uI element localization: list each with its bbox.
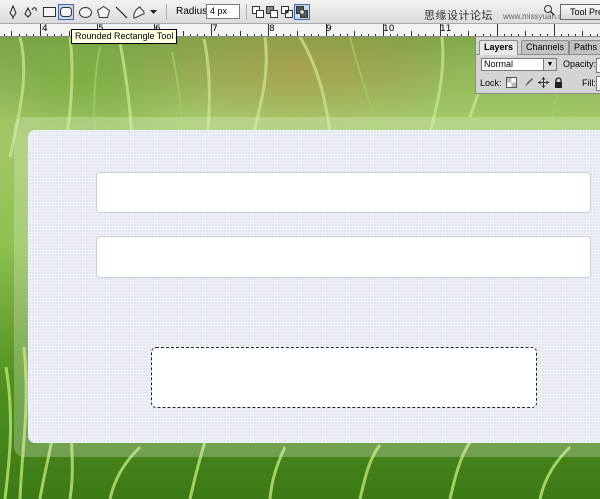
chevron-down-icon: ▼	[543, 59, 556, 70]
subtract-from-path-icon[interactable]	[264, 4, 280, 20]
radius-label: Radius:	[176, 6, 210, 17]
input-field-shape-2	[96, 236, 591, 278]
opacity-input[interactable]	[596, 58, 600, 73]
rounded-rectangle-tool-icon[interactable]	[58, 4, 74, 20]
toolbar-divider	[166, 4, 167, 20]
lock-label: Lock:	[480, 78, 502, 88]
custom-shape-tool-icon[interactable]	[131, 4, 147, 20]
tab-layers[interactable]: Layers	[479, 40, 519, 55]
line-tool-icon[interactable]	[113, 4, 129, 20]
tab-channels[interactable]: Channels	[521, 40, 570, 54]
search-icon[interactable]	[541, 2, 557, 18]
ruler-number: 4	[42, 24, 48, 34]
radius-input[interactable]: 4 px	[206, 4, 240, 19]
watermark-text: 思缘设计论坛	[424, 10, 493, 22]
intersect-path-icon[interactable]	[279, 4, 295, 20]
input-field-shape-1	[96, 172, 591, 213]
blend-mode-value: Normal	[484, 59, 514, 69]
freeform-pen-icon[interactable]	[23, 4, 39, 20]
lock-transparent-icon[interactable]	[506, 77, 517, 88]
palette-tabs: Layers Channels Paths	[476, 40, 600, 55]
options-toolbar: Radius: 4 px 思缘设计论坛 www.missyuan.com Too…	[0, 0, 600, 24]
toolbar-divider	[246, 4, 247, 20]
ruler-number: 7	[212, 24, 218, 34]
tool-presets-tab[interactable]: Tool Presets	[560, 4, 600, 20]
tab-paths[interactable]: Paths	[569, 40, 600, 54]
opacity-label: Opacity:	[563, 59, 597, 69]
tool-tooltip: Rounded Rectangle Tool	[71, 29, 178, 44]
lock-all-icon[interactable]	[553, 77, 564, 88]
blend-mode-select[interactable]: Normal ▼	[481, 58, 557, 71]
polygon-tool-icon[interactable]	[95, 4, 111, 20]
fill-input[interactable]	[596, 76, 600, 91]
exclude-path-icon[interactable]	[294, 4, 310, 20]
ruler-number: 10	[383, 24, 395, 34]
lock-image-icon[interactable]	[523, 77, 534, 88]
rectangle-tool-icon[interactable]	[41, 4, 57, 20]
rounded-rectangle-selection[interactable]	[151, 347, 537, 408]
fill-label: Fill:	[582, 78, 596, 88]
ellipse-tool-icon[interactable]	[77, 4, 93, 20]
chevron-down-icon[interactable]	[148, 4, 158, 20]
pen-icon[interactable]	[5, 4, 21, 20]
lock-position-icon[interactable]	[538, 77, 549, 88]
layers-palette: Layers Channels Paths Normal ▼ Opacity: …	[475, 37, 600, 94]
ruler-number: 11	[440, 24, 452, 34]
ruler-number: 9	[326, 24, 332, 34]
ruler-number: 8	[269, 24, 275, 34]
